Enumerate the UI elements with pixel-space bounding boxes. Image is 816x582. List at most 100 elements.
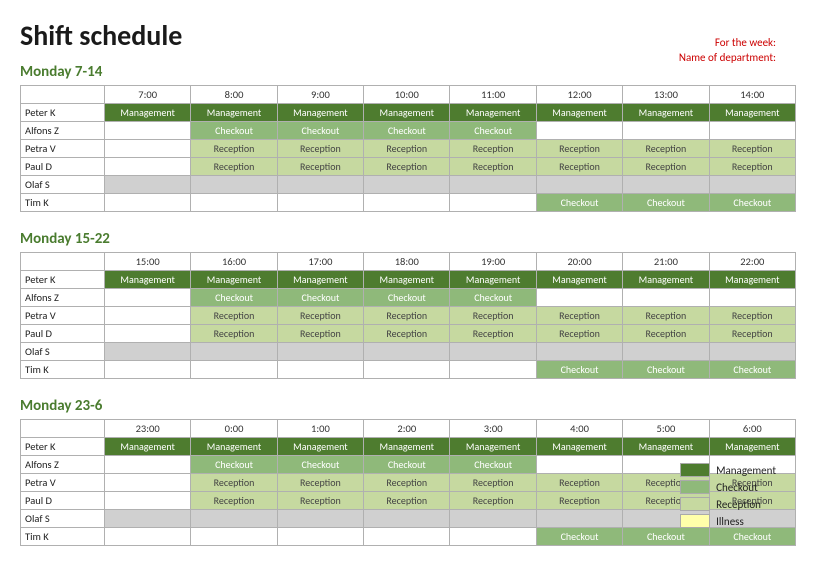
shift-cell <box>623 343 709 361</box>
shift-cell <box>191 361 277 379</box>
shift-cell: Reception <box>623 158 709 176</box>
legend-label-checkout: Checkout <box>716 481 758 494</box>
shift-cell: Checkout <box>364 122 450 140</box>
section-title-afternoon: Monday 15-22 <box>20 230 796 248</box>
shift-cell: Reception <box>364 307 450 325</box>
legend-label-reception: Reception <box>716 498 761 511</box>
shift-cell <box>450 194 536 212</box>
shift-cell: Reception <box>364 492 450 510</box>
schedule-section-morning: Monday 7-147:008:009:0010:0011:0012:0013… <box>20 63 796 212</box>
shift-cell: Reception <box>623 325 709 343</box>
shift-cell <box>104 474 190 492</box>
shift-cell: Reception <box>450 158 536 176</box>
shift-cell <box>104 307 190 325</box>
shift-cell: Management <box>709 104 795 122</box>
shift-cell: Reception <box>277 474 363 492</box>
legend-color-checkout <box>680 480 710 494</box>
employee-name: Peter K <box>21 104 105 122</box>
shift-cell: Management <box>450 104 536 122</box>
shift-cell <box>104 158 190 176</box>
shift-cell <box>450 528 536 546</box>
table-row: Tim KCheckoutCheckoutCheckout <box>21 194 796 212</box>
employee-name: Olaf S <box>21 510 105 528</box>
shift-cell <box>709 122 795 140</box>
legend-item-reception: Reception <box>680 497 776 511</box>
legend-color-illness <box>680 514 710 528</box>
table-row: Tim KCheckoutCheckoutCheckout <box>21 528 796 546</box>
shift-cell: Checkout <box>709 194 795 212</box>
shift-cell <box>104 176 190 194</box>
shift-cell <box>536 456 622 474</box>
section-title-night: Monday 23-6 <box>20 397 796 415</box>
employee-name: Petra V <box>21 474 105 492</box>
shift-cell: Reception <box>536 140 622 158</box>
shift-cell <box>104 510 190 528</box>
shift-cell <box>191 176 277 194</box>
shift-cell: Reception <box>536 492 622 510</box>
shift-cell <box>364 194 450 212</box>
shift-cell <box>536 289 622 307</box>
shift-cell <box>277 176 363 194</box>
shift-cell <box>623 289 709 307</box>
hour-header: 17:00 <box>277 253 363 271</box>
hour-header: 16:00 <box>191 253 277 271</box>
table-row: Peter KManagementManagementManagementMan… <box>21 438 796 456</box>
shift-cell: Reception <box>191 325 277 343</box>
shift-cell: Reception <box>709 140 795 158</box>
shift-cell <box>104 456 190 474</box>
header-name-col <box>21 420 105 438</box>
shift-cell: Management <box>623 438 709 456</box>
shift-cell: Reception <box>450 307 536 325</box>
shift-cell: Reception <box>191 140 277 158</box>
shift-cell: Checkout <box>364 289 450 307</box>
shift-cell <box>364 176 450 194</box>
shift-cell <box>364 343 450 361</box>
legend-color-management <box>680 463 710 477</box>
shift-cell: Management <box>364 438 450 456</box>
table-row: Peter KManagementManagementManagementMan… <box>21 271 796 289</box>
shift-cell: Management <box>536 271 622 289</box>
shift-cell: Checkout <box>536 528 622 546</box>
shift-cell: Management <box>104 104 190 122</box>
shift-cell <box>709 343 795 361</box>
shift-cell: Reception <box>277 325 363 343</box>
employee-name: Petra V <box>21 140 105 158</box>
table-row: Alfons ZCheckoutCheckoutCheckoutCheckout <box>21 289 796 307</box>
hour-header: 22:00 <box>709 253 795 271</box>
shift-cell: Reception <box>191 307 277 325</box>
hour-header: 0:00 <box>191 420 277 438</box>
shift-cell: Management <box>709 271 795 289</box>
legend-item-checkout: Checkout <box>680 480 776 494</box>
employee-name: Olaf S <box>21 176 105 194</box>
shift-cell: Checkout <box>191 456 277 474</box>
shift-cell <box>191 343 277 361</box>
shift-cell: Management <box>277 271 363 289</box>
shift-cell: Management <box>191 438 277 456</box>
shift-cell: Reception <box>277 492 363 510</box>
shift-cell <box>623 122 709 140</box>
legend-item-illness: Illness <box>680 514 776 528</box>
hour-header: 6:00 <box>709 420 795 438</box>
table-row: Peter KManagementManagementManagementMan… <box>21 104 796 122</box>
shift-cell <box>277 528 363 546</box>
employee-name: Paul D <box>21 158 105 176</box>
shift-cell <box>104 492 190 510</box>
shift-cell <box>277 194 363 212</box>
hour-header: 7:00 <box>104 86 190 104</box>
shift-cell: Reception <box>364 158 450 176</box>
shift-cell <box>450 361 536 379</box>
shift-cell: Management <box>277 104 363 122</box>
shift-cell: Reception <box>450 140 536 158</box>
shift-cell: Reception <box>191 158 277 176</box>
shift-cell: Management <box>364 104 450 122</box>
employee-name: Paul D <box>21 492 105 510</box>
week-label: For the week: <box>679 36 776 49</box>
hour-header: 19:00 <box>450 253 536 271</box>
hour-header: 15:00 <box>104 253 190 271</box>
hour-header: 18:00 <box>364 253 450 271</box>
shift-cell <box>536 176 622 194</box>
shift-cell: Reception <box>277 140 363 158</box>
shift-cell: Reception <box>277 158 363 176</box>
shift-cell: Reception <box>450 492 536 510</box>
table-row: Olaf S <box>21 176 796 194</box>
